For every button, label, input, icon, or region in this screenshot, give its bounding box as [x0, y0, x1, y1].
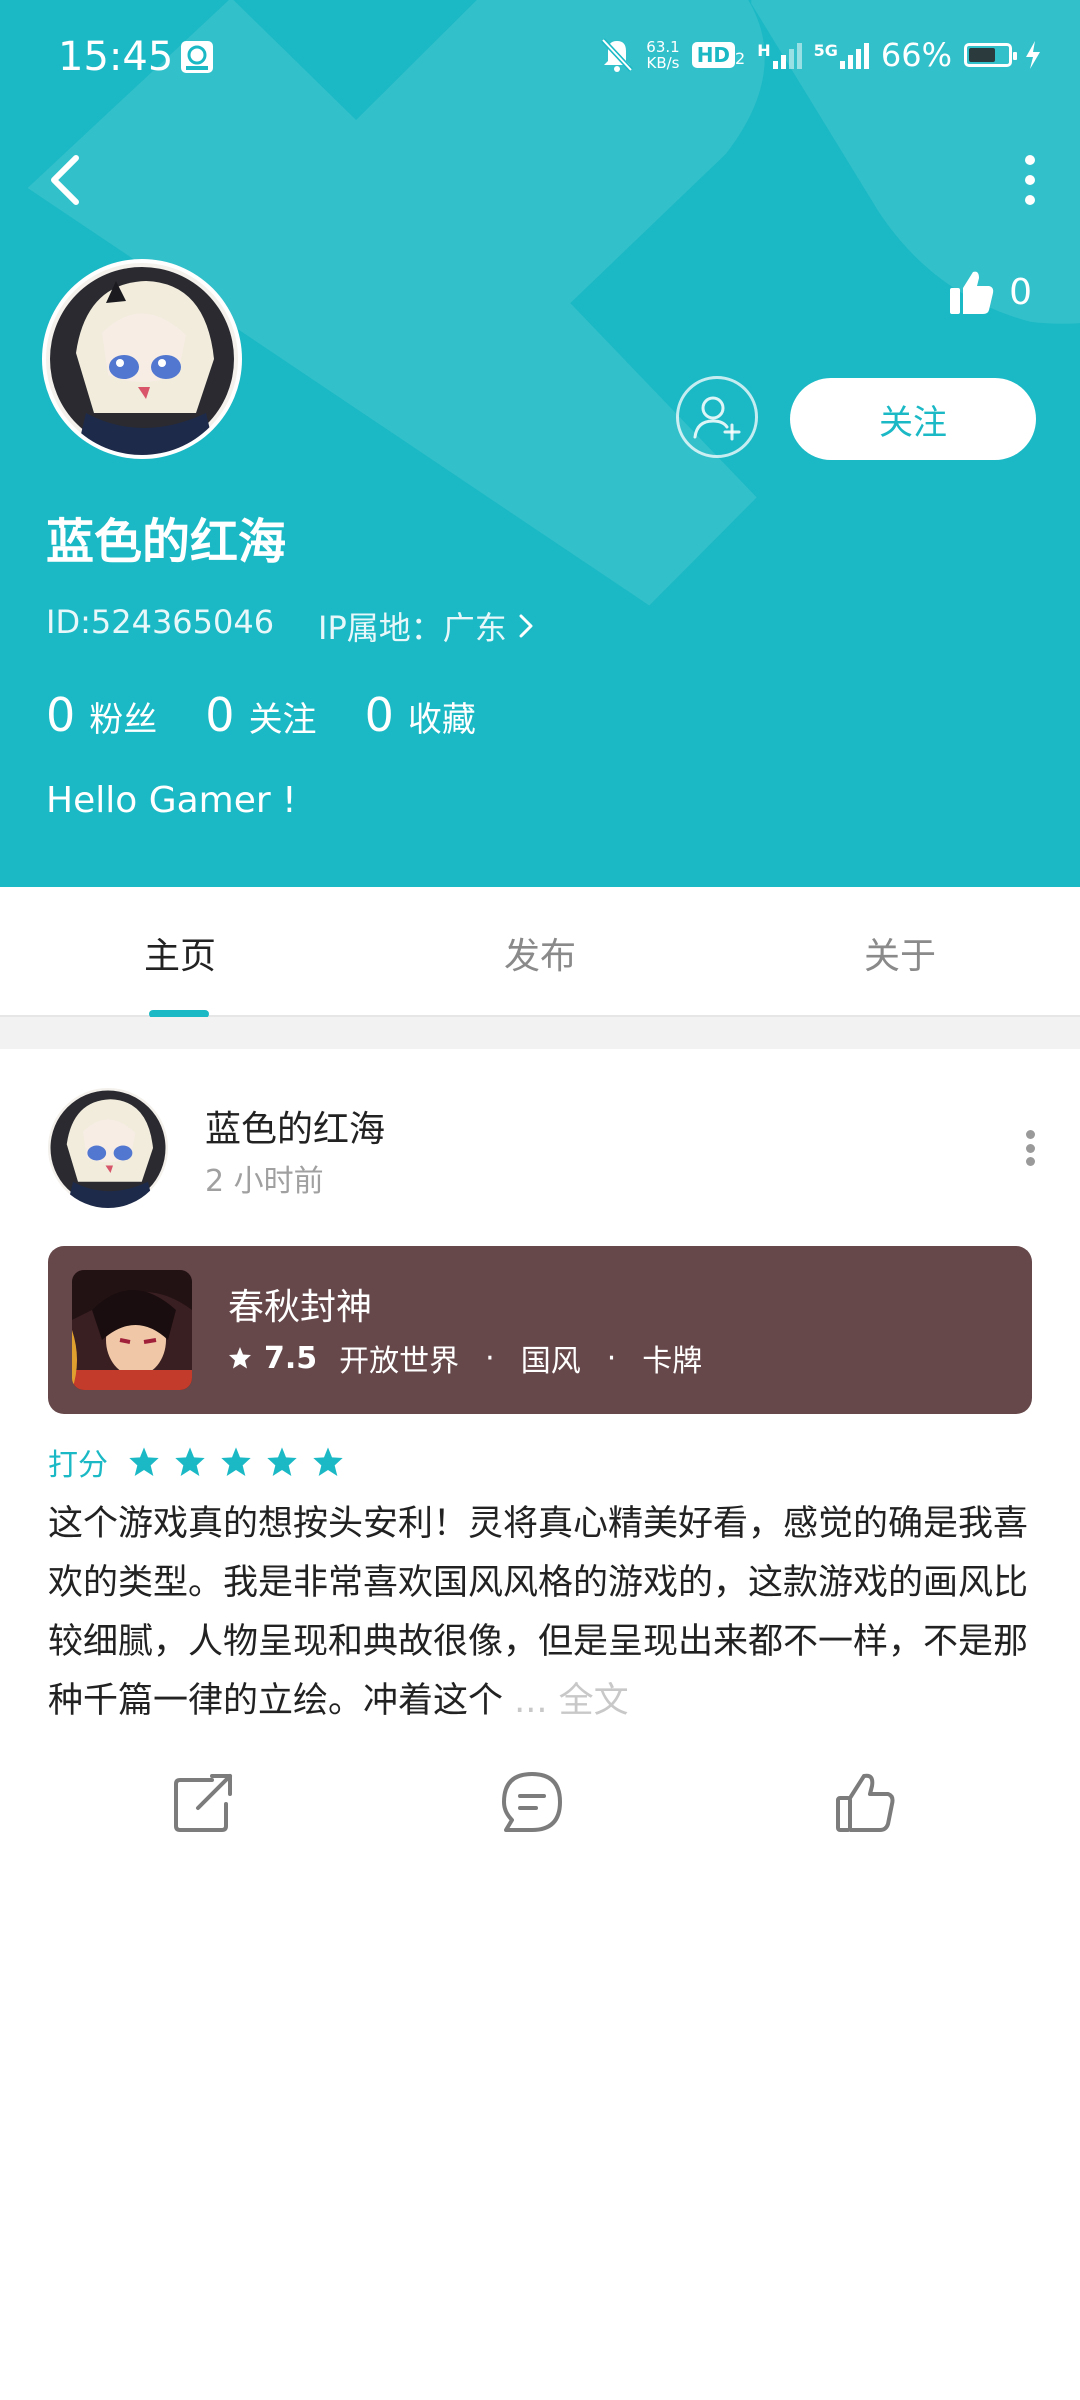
tab-about[interactable]: 关于: [800, 927, 1000, 979]
ip-location-link[interactable]: IP属地：广东: [318, 603, 535, 649]
share-button[interactable]: [172, 1770, 236, 1834]
profile-bio: Hello Gamer !: [46, 780, 297, 821]
tab-posts[interactable]: 发布: [440, 927, 640, 979]
game-card[interactable]: 春秋封神 7.5 开放世界 · 国风 · 卡牌: [48, 1246, 1032, 1414]
stat-favorites-label: 收藏: [407, 700, 476, 740]
add-friend-button[interactable]: [676, 376, 758, 458]
avatar-image: [46, 263, 238, 455]
tab-bar: 主页 发布 关于: [0, 887, 1080, 1017]
more-dot-icon: [1025, 1130, 1035, 1139]
add-user-icon: [693, 396, 741, 441]
game-tag: 开放世界: [339, 1344, 460, 1379]
game-cover-image: [72, 1270, 192, 1390]
battery-percent: 66%: [880, 36, 952, 74]
post-more-button[interactable]: [1024, 1130, 1036, 1166]
post-timestamp: 2 小时前: [205, 1164, 324, 1199]
stat-following-label: 关注: [248, 700, 317, 740]
stat-fans[interactable]: 0 粉丝: [46, 688, 157, 742]
signal-bars-2-icon: [839, 41, 869, 69]
follow-button[interactable]: 关注: [790, 378, 1036, 460]
comment-button[interactable]: [500, 1770, 564, 1834]
signal-bars-1-icon: [772, 41, 802, 69]
rating-star-icon: [129, 1447, 159, 1476]
status-icons: 63.1 KB/s HD 2 H 5G 66%: [600, 36, 1042, 74]
rating-label: 打分: [48, 1448, 108, 1483]
profile-username: 蓝色的红海: [46, 514, 287, 570]
star-icon: [229, 1347, 251, 1369]
stat-favorites-count: 0: [364, 688, 394, 742]
read-more-link[interactable]: ... 全文: [503, 1681, 629, 1721]
tab-home[interactable]: 主页: [80, 927, 280, 979]
comment-icon: [502, 1772, 562, 1832]
hd-indicator: HD 2: [691, 42, 746, 68]
hd-sub: 2: [735, 49, 746, 68]
signal-2: 5G: [814, 41, 869, 69]
more-options-button[interactable]: [1018, 155, 1042, 205]
status-time: 15:45: [58, 34, 174, 80]
game-tag: 国风: [520, 1344, 581, 1379]
more-dot-icon: [1025, 155, 1035, 165]
net-speed-unit: KB/s: [646, 54, 680, 72]
rating-star-icon: [313, 1447, 343, 1476]
post-author-name[interactable]: 蓝色的红海: [205, 1100, 385, 1152]
stat-following[interactable]: 0 关注: [205, 688, 316, 742]
more-dot-icon: [1025, 195, 1035, 205]
tag-separator: ·: [485, 1340, 495, 1376]
ip-location-text: IP属地：广东: [318, 609, 507, 647]
5g-label: 5G: [813, 41, 838, 60]
like-button[interactable]: [834, 1770, 898, 1834]
profile-stats: 0 粉丝 0 关注 0 收藏: [46, 688, 476, 742]
game-icon: [72, 1270, 192, 1390]
profile-like[interactable]: 0: [947, 268, 1032, 316]
stat-following-count: 0: [205, 688, 235, 742]
post-body[interactable]: 这个游戏真的想按头安利！灵将真心精美好看，感觉的确是我喜欢的类型。我是非常喜欢国…: [48, 1495, 1032, 1731]
game-name: 春秋封神: [228, 1287, 373, 1328]
rating-row: 打分: [48, 1440, 344, 1484]
app-notification-icon: [180, 40, 214, 78]
more-dot-icon: [1025, 1157, 1035, 1166]
chevron-right-icon: [519, 614, 533, 638]
game-tag: 卡牌: [642, 1344, 703, 1379]
thumbs-up-icon: [836, 1773, 895, 1832]
game-meta: 7.5 开放世界 · 国风 · 卡牌: [228, 1336, 702, 1380]
section-divider: [0, 1017, 1080, 1049]
mute-bell-icon: [601, 38, 634, 72]
hd-label: HD: [691, 42, 736, 68]
post-author-avatar[interactable]: [48, 1088, 168, 1208]
more-dot-icon: [1025, 1143, 1035, 1153]
like-count: 0: [1009, 271, 1032, 313]
rating-star-icon: [175, 1447, 205, 1476]
profile-header: 15:45 63.1 KB/s HD 2 H 5G 66% 0 关注 蓝色的红海…: [0, 0, 1080, 887]
avatar[interactable]: [46, 263, 238, 455]
tag-separator: ·: [606, 1340, 617, 1376]
share-icon: [174, 1774, 232, 1832]
rating-star-icon: [221, 1447, 251, 1476]
more-dot-icon: [1025, 175, 1035, 185]
back-button[interactable]: [42, 150, 90, 210]
net-speed-value: 63.1: [646, 38, 680, 56]
stat-fans-label: 粉丝: [89, 700, 158, 740]
back-arrow-icon: [51, 155, 79, 205]
rating-star-icon: [267, 1447, 297, 1476]
user-id: ID:524365046: [46, 603, 275, 641]
net-speed: 63.1 KB/s: [646, 39, 679, 71]
avatar-image: [48, 1088, 168, 1208]
battery-icon: [964, 43, 1017, 67]
game-score: 7.5: [264, 1340, 318, 1376]
stat-favorites[interactable]: 0 收藏: [365, 688, 476, 742]
stat-fans-count: 0: [46, 688, 76, 742]
charging-icon: [1026, 41, 1040, 69]
thumbs-up-icon: [950, 271, 994, 314]
signal-1: H: [757, 41, 802, 69]
h-label: H: [757, 41, 771, 60]
